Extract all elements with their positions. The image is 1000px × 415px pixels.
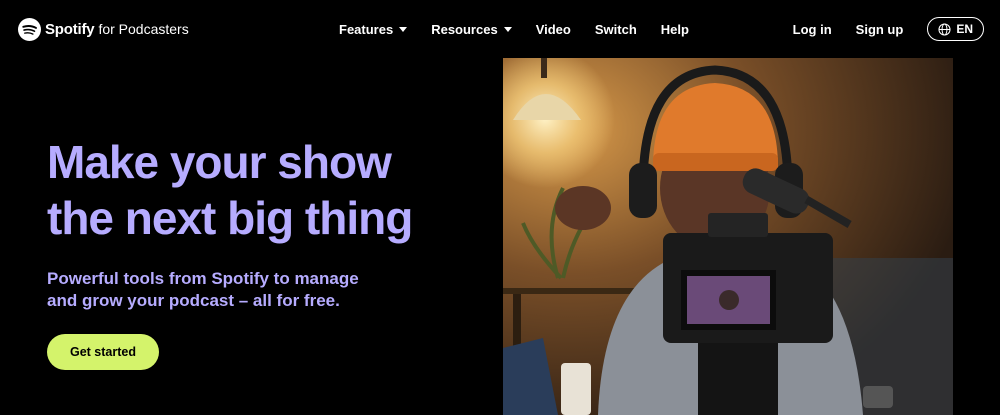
nav-switch[interactable]: Switch	[595, 22, 637, 37]
signup-link[interactable]: Sign up	[856, 22, 904, 37]
caret-down-icon	[503, 26, 512, 32]
spotify-logo-icon	[18, 17, 41, 41]
account-actions: Log in Sign up EN	[793, 0, 984, 58]
nav-video-label: Video	[535, 21, 571, 37]
brand-logo[interactable]: Spotify for Podcasters	[18, 17, 189, 41]
brand-name: Spotify	[45, 20, 95, 38]
hero-subtitle-line-2: and grow your podcast – all for free.	[47, 291, 340, 310]
nav-help[interactable]: Help	[661, 22, 689, 37]
nav-features[interactable]: Features	[339, 21, 408, 37]
hero-title-line-1: Make your show	[47, 136, 392, 188]
hero-subtitle-line-1: Powerful tools from Spotify to manage	[47, 269, 359, 288]
get-started-button[interactable]: Get started	[47, 334, 159, 370]
nav-switch-label: Switch	[594, 21, 637, 37]
main-menu: Features Resources Video Switch Help	[339, 0, 713, 58]
caret-down-icon	[399, 26, 408, 32]
hero-title-line-2: the next big thing	[47, 192, 413, 244]
top-nav: Spotify for Podcasters Features Resource…	[0, 0, 1000, 58]
language-label: EN	[956, 22, 973, 36]
nav-features-label: Features	[339, 21, 394, 37]
brand-subtitle: for Podcasters	[98, 21, 189, 37]
nav-resources-label: Resources	[431, 21, 498, 37]
hero-title: Make your show the next big thing	[47, 134, 467, 246]
nav-resources[interactable]: Resources	[431, 21, 512, 37]
login-link[interactable]: Log in	[793, 22, 832, 37]
podcaster-with-camera-photo	[503, 58, 953, 415]
nav-help-label: Help	[660, 21, 689, 37]
hero-subtitle: Powerful tools from Spotify to manage an…	[47, 268, 387, 312]
nav-video[interactable]: Video	[536, 22, 571, 37]
globe-icon	[938, 22, 951, 36]
language-button[interactable]: EN	[927, 17, 984, 41]
